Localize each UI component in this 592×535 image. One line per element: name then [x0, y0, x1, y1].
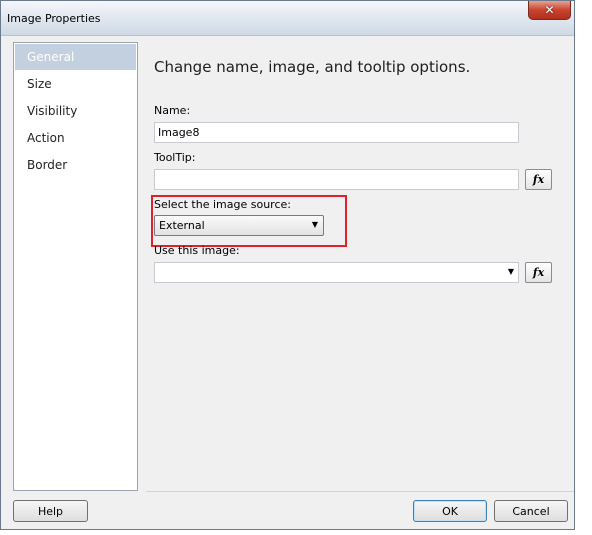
nav-item-visibility[interactable]: Visibility: [15, 98, 136, 124]
tooltip-label: ToolTip:: [154, 151, 196, 164]
ok-button[interactable]: OK: [413, 500, 487, 522]
use-image-label: Use this image:: [154, 244, 240, 257]
nav-panel: General Size Visibility Action Border: [13, 42, 138, 491]
nav-item-action[interactable]: Action: [15, 125, 136, 151]
cancel-button[interactable]: Cancel: [494, 500, 568, 522]
image-expression-button[interactable]: fx: [525, 262, 552, 283]
name-input[interactable]: [154, 122, 519, 143]
image-source-label: Select the image source:: [154, 198, 291, 211]
help-button[interactable]: Help: [13, 500, 88, 522]
image-properties-dialog: Image Properties ✕ General Size Visibili…: [0, 0, 575, 530]
chevron-down-icon: ▼: [311, 220, 318, 229]
nav-item-size[interactable]: Size: [15, 71, 136, 97]
close-icon: ✕: [544, 3, 555, 17]
tooltip-expression-button[interactable]: fx: [525, 169, 552, 190]
title-bar[interactable]: Image Properties ✕: [1, 1, 574, 36]
nav-item-border[interactable]: Border: [15, 152, 136, 178]
chevron-down-icon: ▼: [507, 267, 514, 276]
footer-divider: [146, 491, 574, 492]
close-button[interactable]: ✕: [528, 1, 571, 20]
use-image-combo[interactable]: ▼: [154, 262, 519, 283]
image-source-value: External: [159, 219, 205, 232]
name-label: Name:: [154, 104, 191, 117]
page-heading: Change name, image, and tooltip options.: [154, 58, 471, 76]
dialog-title: Image Properties: [7, 12, 101, 25]
image-source-select[interactable]: External ▼: [154, 215, 324, 236]
nav-item-general[interactable]: General: [15, 44, 136, 70]
tooltip-input[interactable]: [154, 169, 519, 190]
fx-icon: fx: [532, 266, 545, 279]
fx-icon: fx: [532, 173, 545, 186]
general-page: Change name, image, and tooltip options.…: [138, 35, 574, 494]
